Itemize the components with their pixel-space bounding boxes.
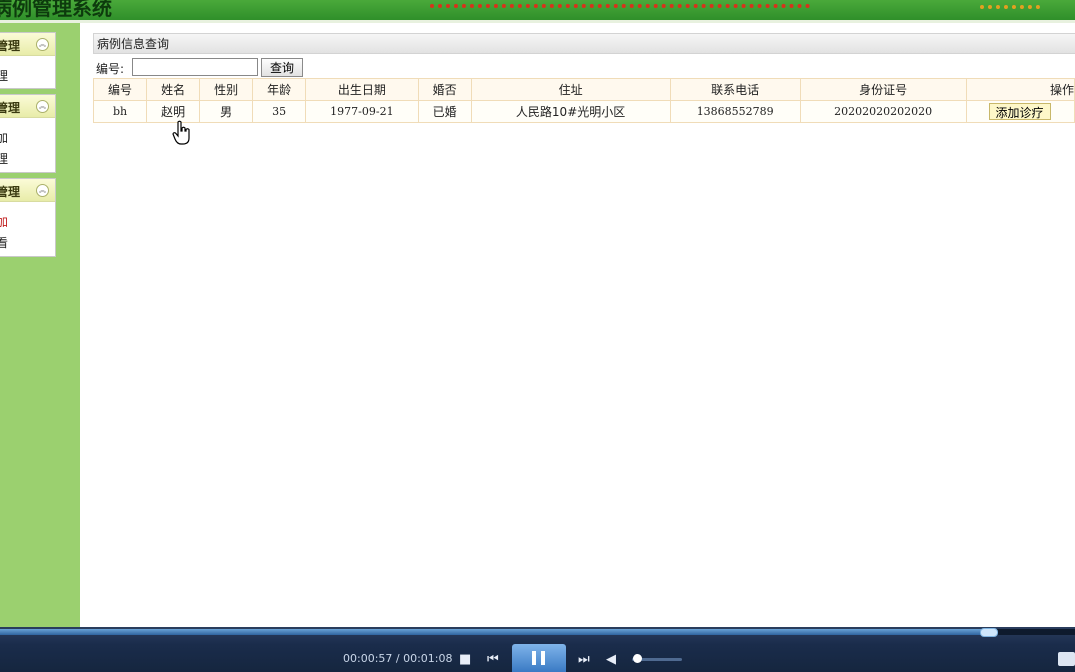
table-row: bh 赵明 男 35 1977-09-21 已婚 人民路10#光明小区 1386… bbox=[92, 100, 1075, 123]
previous-icon[interactable]: ⏮ bbox=[487, 653, 499, 667]
menu-group-header[interactable]: 管理 ︽ bbox=[0, 179, 55, 202]
seek-handle[interactable] bbox=[979, 628, 998, 637]
sidebar-item-active[interactable]: 加 bbox=[0, 213, 8, 230]
cell-birth-date: 1977-09-21 bbox=[305, 100, 419, 123]
main-content: 病例信息查询 编号: 查询 编号 姓名 性别 年龄 出生日期 婚否 住址 联系电… bbox=[80, 23, 1075, 627]
app-title: 病例管理系统 bbox=[0, 0, 112, 20]
column-header: 联系电话 bbox=[669, 78, 801, 101]
time-display: 00:00:57 / 00:01:08 bbox=[343, 652, 453, 665]
seek-progress bbox=[0, 629, 988, 635]
search-label: 编号: bbox=[96, 62, 125, 76]
header-logo-decoration bbox=[980, 0, 1040, 9]
volume-icon[interactable]: ◀ bbox=[606, 653, 616, 667]
menu-group-header[interactable]: 管理 ︽ bbox=[0, 95, 55, 118]
menu-group-label: 管理 bbox=[0, 185, 21, 199]
column-header: 姓名 bbox=[146, 78, 201, 101]
app-header: 病例管理系统 bbox=[0, 0, 1075, 20]
cell-id-card: 20202020202020 bbox=[799, 100, 967, 123]
cell-gender: 男 bbox=[199, 100, 254, 123]
column-header: 住址 bbox=[470, 78, 671, 101]
cell-action: 添加诊疗 bbox=[965, 100, 1075, 123]
sidebar: 管理 ︽ 理 管理 ︽ 加 理 管理 ︽ 加 看 bbox=[0, 23, 80, 627]
sidebar-item[interactable]: 看 bbox=[0, 234, 8, 251]
sidebar-item[interactable]: 理 bbox=[0, 67, 8, 84]
panel-title: 病例信息查询 bbox=[93, 33, 1075, 54]
settings-icon[interactable] bbox=[1058, 652, 1075, 666]
column-header: 性别 bbox=[199, 78, 254, 101]
header-banner-decoration bbox=[430, 0, 810, 8]
column-header: 出生日期 bbox=[305, 78, 419, 101]
case-table: 编号 姓名 性别 年龄 出生日期 婚否 住址 联系电话 身份证号 操作 bh 赵… bbox=[92, 78, 1075, 123]
menu-group-1: 管理 ︽ 理 bbox=[0, 32, 56, 89]
volume-handle[interactable] bbox=[633, 654, 642, 663]
collapse-icon[interactable]: ︽ bbox=[36, 100, 49, 113]
next-icon[interactable]: ⏭ bbox=[578, 653, 590, 667]
collapse-icon[interactable]: ︽ bbox=[36, 184, 49, 197]
menu-group-3: 管理 ︽ 加 看 bbox=[0, 178, 56, 257]
search-button[interactable]: 查询 bbox=[261, 58, 303, 77]
column-header: 婚否 bbox=[417, 78, 472, 101]
hand-pointer-cursor-icon bbox=[172, 120, 190, 145]
menu-group-header[interactable]: 管理 ︽ bbox=[0, 33, 55, 56]
seek-bar[interactable] bbox=[0, 628, 1075, 637]
case-id-input[interactable] bbox=[132, 58, 258, 76]
column-header: 编号 bbox=[92, 78, 148, 101]
add-diagnosis-button[interactable]: 添加诊疗 bbox=[988, 103, 1051, 120]
cell-phone: 13868552789 bbox=[669, 100, 801, 123]
stop-icon[interactable]: ■ bbox=[459, 653, 471, 667]
sidebar-item[interactable]: 理 bbox=[0, 150, 8, 167]
table-header-row: 编号 姓名 性别 年龄 出生日期 婚否 住址 联系电话 身份证号 操作 bbox=[92, 78, 1075, 101]
collapse-icon[interactable]: ︽ bbox=[36, 38, 49, 51]
column-header: 年龄 bbox=[252, 78, 307, 101]
pause-button[interactable] bbox=[512, 644, 566, 672]
menu-group-label: 管理 bbox=[0, 39, 21, 53]
cell-marital-status: 已婚 bbox=[417, 100, 472, 123]
menu-group-2: 管理 ︽ 加 理 bbox=[0, 94, 56, 173]
column-header: 身份证号 bbox=[799, 78, 967, 101]
column-header: 操作 bbox=[965, 78, 1075, 101]
video-player-bar: 00:00:57 / 00:01:08 ■ ⏮ ⏭ ◀ bbox=[0, 627, 1075, 672]
cell-id: bh bbox=[92, 100, 148, 123]
cell-address: 人民路10#光明小区 bbox=[470, 100, 671, 123]
sidebar-item[interactable]: 加 bbox=[0, 129, 8, 146]
menu-group-label: 管理 bbox=[0, 101, 21, 115]
cell-age: 35 bbox=[252, 100, 307, 123]
